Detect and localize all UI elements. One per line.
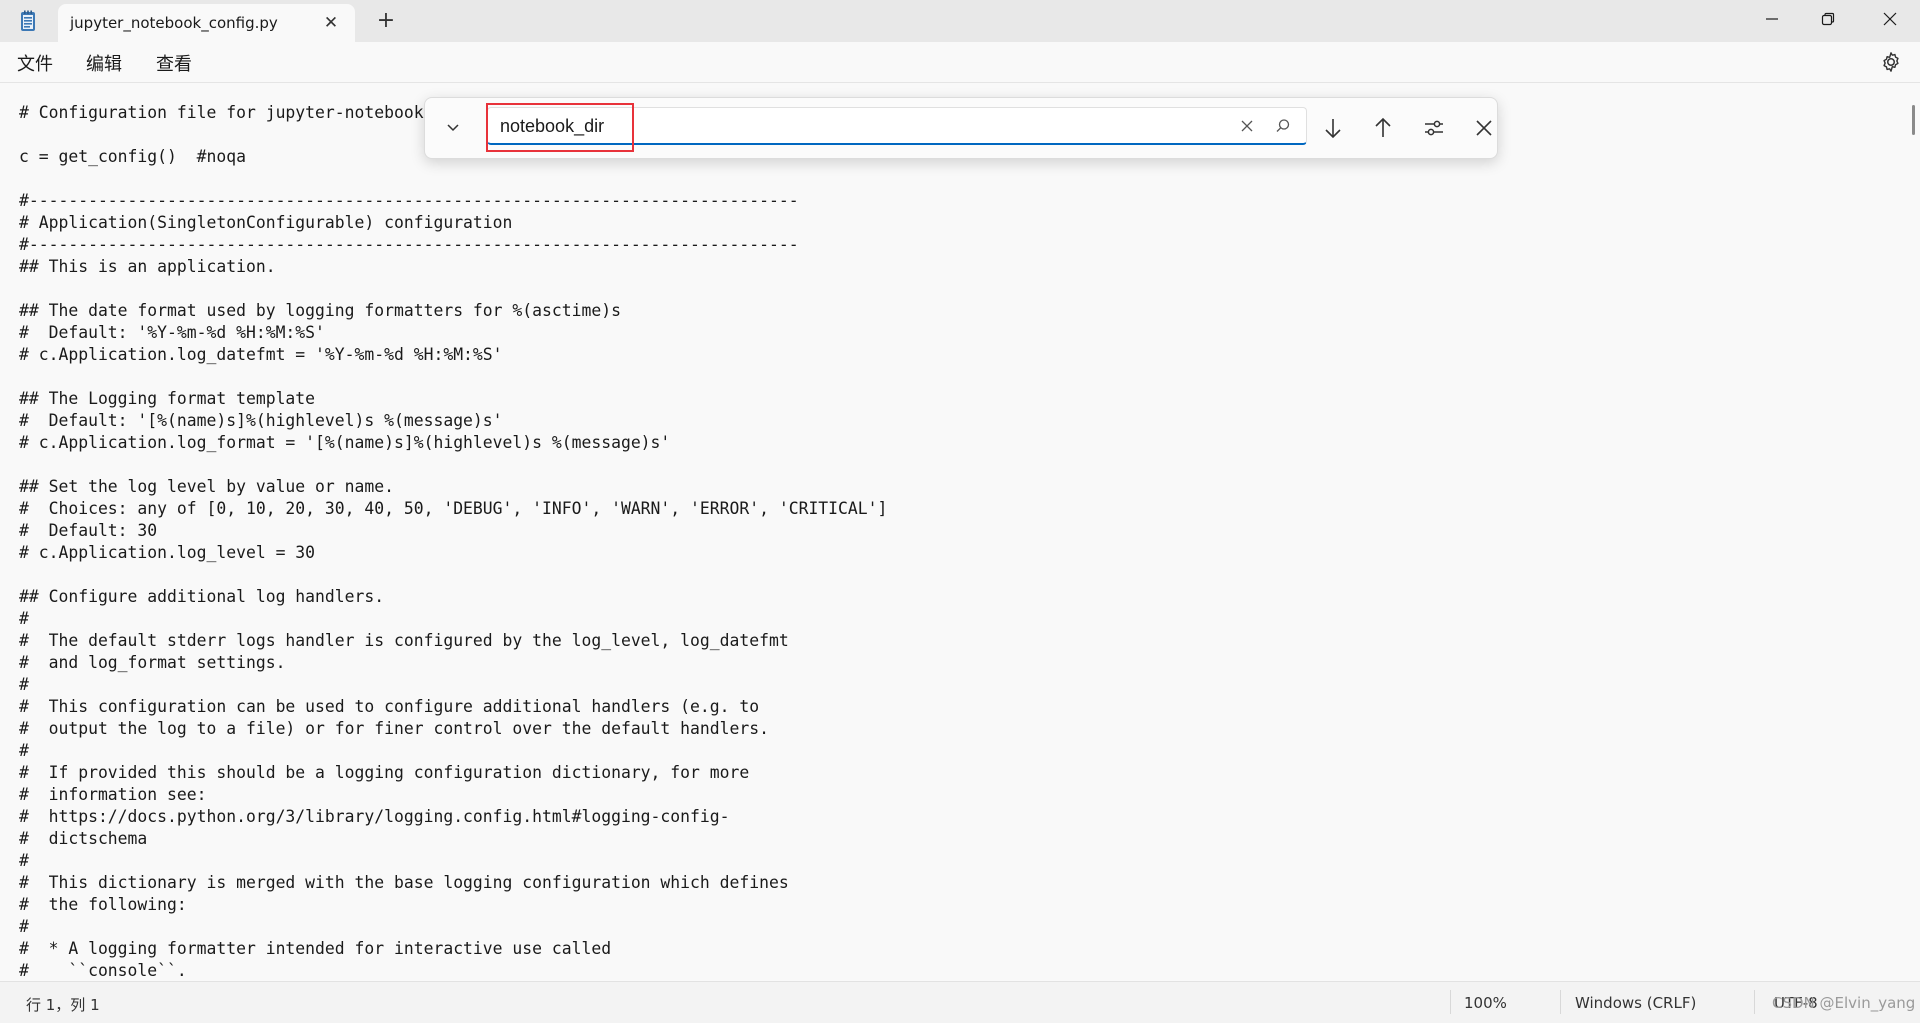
code-line: # Default: 30 <box>19 521 158 540</box>
code-line: # <box>19 741 29 760</box>
search-button[interactable] <box>1274 117 1292 135</box>
menu-file[interactable]: 文件 <box>17 50 53 76</box>
scrollbar-thumb[interactable] <box>1912 105 1915 135</box>
menu-bar: 文件 编辑 查看 <box>0 42 1920 83</box>
notepad-app-icon <box>16 9 40 33</box>
code-line: # Application(SingletonConfigurable) con… <box>19 213 513 232</box>
minimize-icon <box>1766 18 1778 20</box>
find-panel <box>424 97 1498 159</box>
gear-icon <box>1883 52 1899 72</box>
close-icon <box>1883 12 1897 26</box>
menu-view[interactable]: 查看 <box>156 50 192 76</box>
code-line: # dictschema <box>19 829 148 848</box>
find-input[interactable] <box>500 114 1180 138</box>
code-line: # the following: <box>19 895 187 914</box>
text-editor[interactable]: # Configuration file for jupyter-noteboo… <box>0 83 1906 981</box>
new-tab-icon[interactable]: + <box>374 9 398 33</box>
search-icon <box>1276 119 1290 132</box>
code-line: #---------------------------------------… <box>19 191 799 210</box>
arrow-down-icon <box>1325 119 1341 139</box>
code-line: # Choices: any of [0, 10, 20, 30, 40, 50… <box>19 499 888 518</box>
status-divider <box>1450 990 1451 1014</box>
code-line: # * A logging formatter intended for int… <box>19 939 612 958</box>
code-line: # Configuration file for jupyter-noteboo… <box>19 103 434 122</box>
status-divider <box>1560 990 1561 1014</box>
code-line: ## The Logging format template <box>19 389 316 408</box>
tab-title: jupyter_notebook_config.py <box>70 14 278 32</box>
close-find-button[interactable] <box>1468 112 1500 144</box>
find-options-button[interactable] <box>1418 112 1450 144</box>
menu-edit[interactable]: 编辑 <box>86 50 122 76</box>
code-line: # <box>19 675 29 694</box>
status-divider <box>1754 990 1755 1014</box>
code-line: # c.Application.log_format = '[%(name)s]… <box>19 433 671 452</box>
code-line: # If provided this should be a logging c… <box>19 763 750 782</box>
watermark-text: CSDN @Elvin_yang <box>1772 994 1916 1012</box>
code-line: # output the log to a file) or for finer… <box>19 719 769 738</box>
find-input-box[interactable] <box>487 107 1307 145</box>
code-line: # Default: '[%(name)s]%(highlevel)s %(me… <box>19 411 503 430</box>
title-bar: jupyter_notebook_config.py ✕ + <box>0 0 1920 42</box>
line-ending[interactable]: Windows (CRLF) <box>1575 994 1696 1012</box>
code-line: # c.Application.log_level = 30 <box>19 543 316 562</box>
code-line: # https://docs.python.org/3/library/logg… <box>19 807 730 826</box>
code-line: #---------------------------------------… <box>19 235 799 254</box>
vertical-scrollbar[interactable] <box>1906 83 1920 981</box>
minimize-button[interactable] <box>1744 0 1800 38</box>
code-line: # <box>19 609 29 628</box>
code-line: # information see: <box>19 785 207 804</box>
cursor-position: 行 1，列 1 <box>26 996 100 1014</box>
code-line: # The default stderr logs handler is con… <box>19 631 789 650</box>
code-line: # This dictionary is merged with the bas… <box>19 873 789 892</box>
code-line: # <box>19 851 29 870</box>
clear-search-button[interactable] <box>1238 117 1256 135</box>
code-line: c = get_config() #noqa <box>19 147 246 166</box>
status-bar: 行 1，列 1 100% Windows (CRLF) UTF-8 CSDN @… <box>0 981 1920 1023</box>
code-line: # and log_format settings. <box>19 653 286 672</box>
code-line: ## Configure additional log handlers. <box>19 587 385 606</box>
restore-button[interactable] <box>1800 0 1856 38</box>
code-line: # Default: '%Y-%m-%d %H:%M:%S' <box>19 323 325 342</box>
find-next-button[interactable] <box>1317 112 1349 144</box>
close-icon <box>1476 120 1492 136</box>
clear-icon <box>1241 120 1253 132</box>
code-line: # <box>19 917 29 936</box>
sliders-icon <box>1425 120 1443 136</box>
zoom-level[interactable]: 100% <box>1464 994 1507 1012</box>
find-previous-button[interactable] <box>1367 112 1399 144</box>
file-tab[interactable]: jupyter_notebook_config.py ✕ <box>58 4 355 42</box>
code-line: # This configuration can be used to conf… <box>19 697 760 716</box>
arrow-up-icon <box>1375 117 1391 137</box>
close-tab-icon[interactable]: ✕ <box>321 13 341 33</box>
code-line: ## Set the log level by value or name. <box>19 477 394 496</box>
code-line: ## This is an application. <box>19 257 276 276</box>
settings-button[interactable] <box>1878 49 1904 75</box>
code-line: # c.Application.log_datefmt = '%Y-%m-%d … <box>19 345 503 364</box>
chevron-down-icon <box>447 124 459 132</box>
code-line: ## The date format used by logging forma… <box>19 301 621 320</box>
expand-replace-button[interactable] <box>439 114 467 142</box>
close-window-button[interactable] <box>1862 0 1918 38</box>
restore-icon <box>1821 12 1835 26</box>
code-line: # ``console``. <box>19 961 187 980</box>
